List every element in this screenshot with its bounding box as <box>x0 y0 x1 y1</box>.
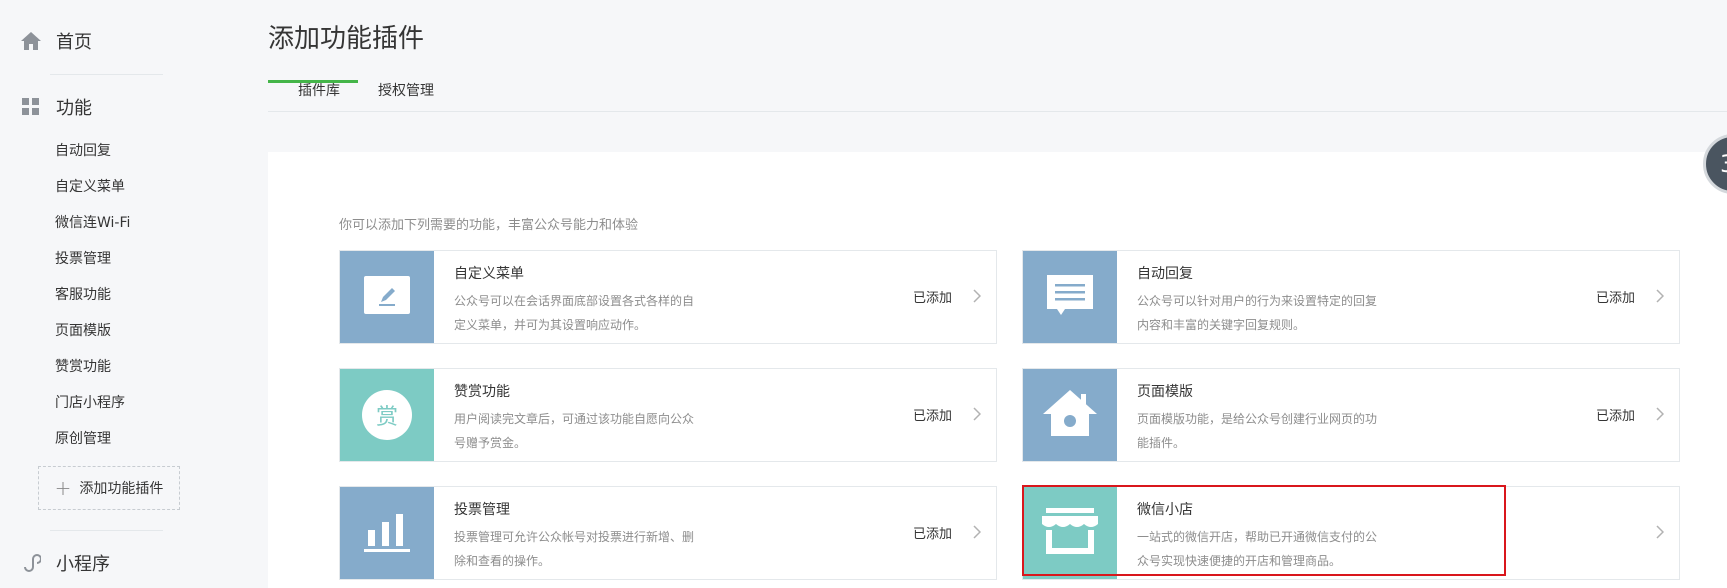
sidebar-item-reward[interactable]: 赞赏功能 <box>55 357 111 377</box>
chevron-right-icon <box>970 285 984 307</box>
sidebar-item-store-miniprogram[interactable]: 门店小程序 <box>55 393 125 413</box>
nav-miniprogram[interactable]: 小程序 <box>20 548 110 578</box>
plugin-desc: 公众号可以在会话界面底部设置各式各样的自定义菜单，并可为其设置响应动作。 <box>454 294 695 332</box>
miniprogram-icon <box>20 552 42 574</box>
plugin-status: 已添加 <box>1595 291 1635 306</box>
plus-icon: + <box>54 476 72 500</box>
chevron-right-icon <box>1653 521 1667 543</box>
add-plugin-label: 添加功能插件 <box>79 481 164 497</box>
plugin-name: 自定义菜单 <box>454 266 524 282</box>
shop-icon <box>1042 508 1098 558</box>
grid-icon <box>20 96 42 118</box>
plugin-card-wechat-shop[interactable]: 微信小店 一站式的微信开店，帮助已开通微信支付的公众号实现快速便捷的开店和管理商… <box>1022 486 1680 580</box>
plugin-card-page-template[interactable]: 页面模版 页面模版功能，是给公众号创建行业网页的功能插件。 已添加 <box>1022 368 1680 462</box>
plugin-card-vote[interactable]: 投票管理 投票管理可允许公众帐号对投票进行新增、删除和查看的操作。 已添加 <box>339 486 997 580</box>
add-plugin-button[interactable]: + 添加功能插件 <box>38 466 180 510</box>
sidebar-item-original[interactable]: 原创管理 <box>55 429 111 449</box>
plugin-status: 已添加 <box>912 527 952 542</box>
tab-plugin-library-label: 插件库 <box>298 83 340 99</box>
chevron-right-icon <box>970 521 984 543</box>
nav-features[interactable]: 功能 <box>20 92 92 122</box>
sidebar-item-vote[interactable]: 投票管理 <box>55 249 111 269</box>
sidebar-item-customer-service[interactable]: 客服功能 <box>55 285 111 305</box>
plugin-card-reward[interactable]: 赏 赞赏功能 用户阅读完文章后，可通过该功能自愿向公众号赠予赏金。 已添加 <box>339 368 997 462</box>
plugin-thumb <box>340 251 434 343</box>
house-icon <box>1043 390 1097 440</box>
nav-home-label: 首页 <box>56 32 92 53</box>
nav-miniprogram-label: 小程序 <box>56 554 110 575</box>
tab-bar: 插件库 授权管理 <box>268 76 1727 112</box>
sidebar: 首页 功能 自动回复 自定义菜单 微信连Wi-Fi 投票管理 客服功能 页面模版… <box>0 0 230 588</box>
sidebar-item-wifi[interactable]: 微信连Wi-Fi <box>55 213 130 233</box>
chevron-right-icon <box>970 403 984 425</box>
plugin-card-custom-menu[interactable]: 自定义菜单 公众号可以在会话界面底部设置各式各样的自定义菜单，并可为其设置响应动… <box>339 250 997 344</box>
plugin-name: 投票管理 <box>454 502 510 518</box>
active-tab-indicator <box>268 80 358 83</box>
plugin-status: 已添加 <box>1595 409 1635 424</box>
divider <box>50 530 163 531</box>
reward-icon: 赏 <box>362 390 412 440</box>
plugin-desc: 用户阅读完文章后，可通过该功能自愿向公众号赠予赏金。 <box>454 412 695 450</box>
plugin-name: 微信小店 <box>1137 502 1193 518</box>
sidebar-item-page-template[interactable]: 页面模版 <box>55 321 111 341</box>
chevron-right-icon <box>1653 403 1667 425</box>
intro-text: 你可以添加下列需要的功能，丰富公众号能力和体验 <box>339 218 639 233</box>
nav-features-label: 功能 <box>56 98 92 119</box>
bar-chart-icon <box>364 510 410 556</box>
home-icon <box>20 30 42 52</box>
page-title: 添加功能插件 <box>268 24 425 54</box>
plugin-name: 页面模版 <box>1137 384 1193 400</box>
tab-plugin-library[interactable]: 插件库 <box>298 80 340 100</box>
plugin-name: 赞赏功能 <box>454 384 510 400</box>
tab-authorization-label: 授权管理 <box>378 83 434 99</box>
plugin-desc: 页面模版功能，是给公众号创建行业网页的功能插件。 <box>1137 412 1378 450</box>
edit-icon <box>364 276 410 318</box>
plugin-thumb: 赏 <box>340 369 434 461</box>
chevron-right-icon <box>1653 285 1667 307</box>
nav-home[interactable]: 首页 <box>20 26 92 56</box>
message-icon <box>1047 275 1093 319</box>
sidebar-item-custom-menu[interactable]: 自定义菜单 <box>55 177 125 197</box>
divider <box>50 74 163 75</box>
plugin-desc: 一站式的微信开店，帮助已开通微信支付的公众号实现快速便捷的开店和管理商品。 <box>1137 530 1378 568</box>
plugin-status: 已添加 <box>912 409 952 424</box>
plugin-desc: 投票管理可允许公众帐号对投票进行新增、删除和查看的操作。 <box>454 530 695 568</box>
plugin-desc: 公众号可以针对用户的行为来设置特定的回复内容和丰富的关键字回复规则。 <box>1137 294 1378 332</box>
tab-authorization[interactable]: 授权管理 <box>378 80 434 100</box>
plugin-status: 已添加 <box>912 291 952 306</box>
plugin-thumb <box>340 487 434 579</box>
sidebar-item-auto-reply[interactable]: 自动回复 <box>55 141 111 161</box>
plugin-thumb <box>1023 251 1117 343</box>
plugin-name: 自动回复 <box>1137 266 1193 282</box>
plugin-thumb <box>1023 369 1117 461</box>
plugin-card-auto-reply[interactable]: 自动回复 公众号可以针对用户的行为来设置特定的回复内容和丰富的关键字回复规则。 … <box>1022 250 1680 344</box>
plugin-thumb <box>1023 487 1117 579</box>
